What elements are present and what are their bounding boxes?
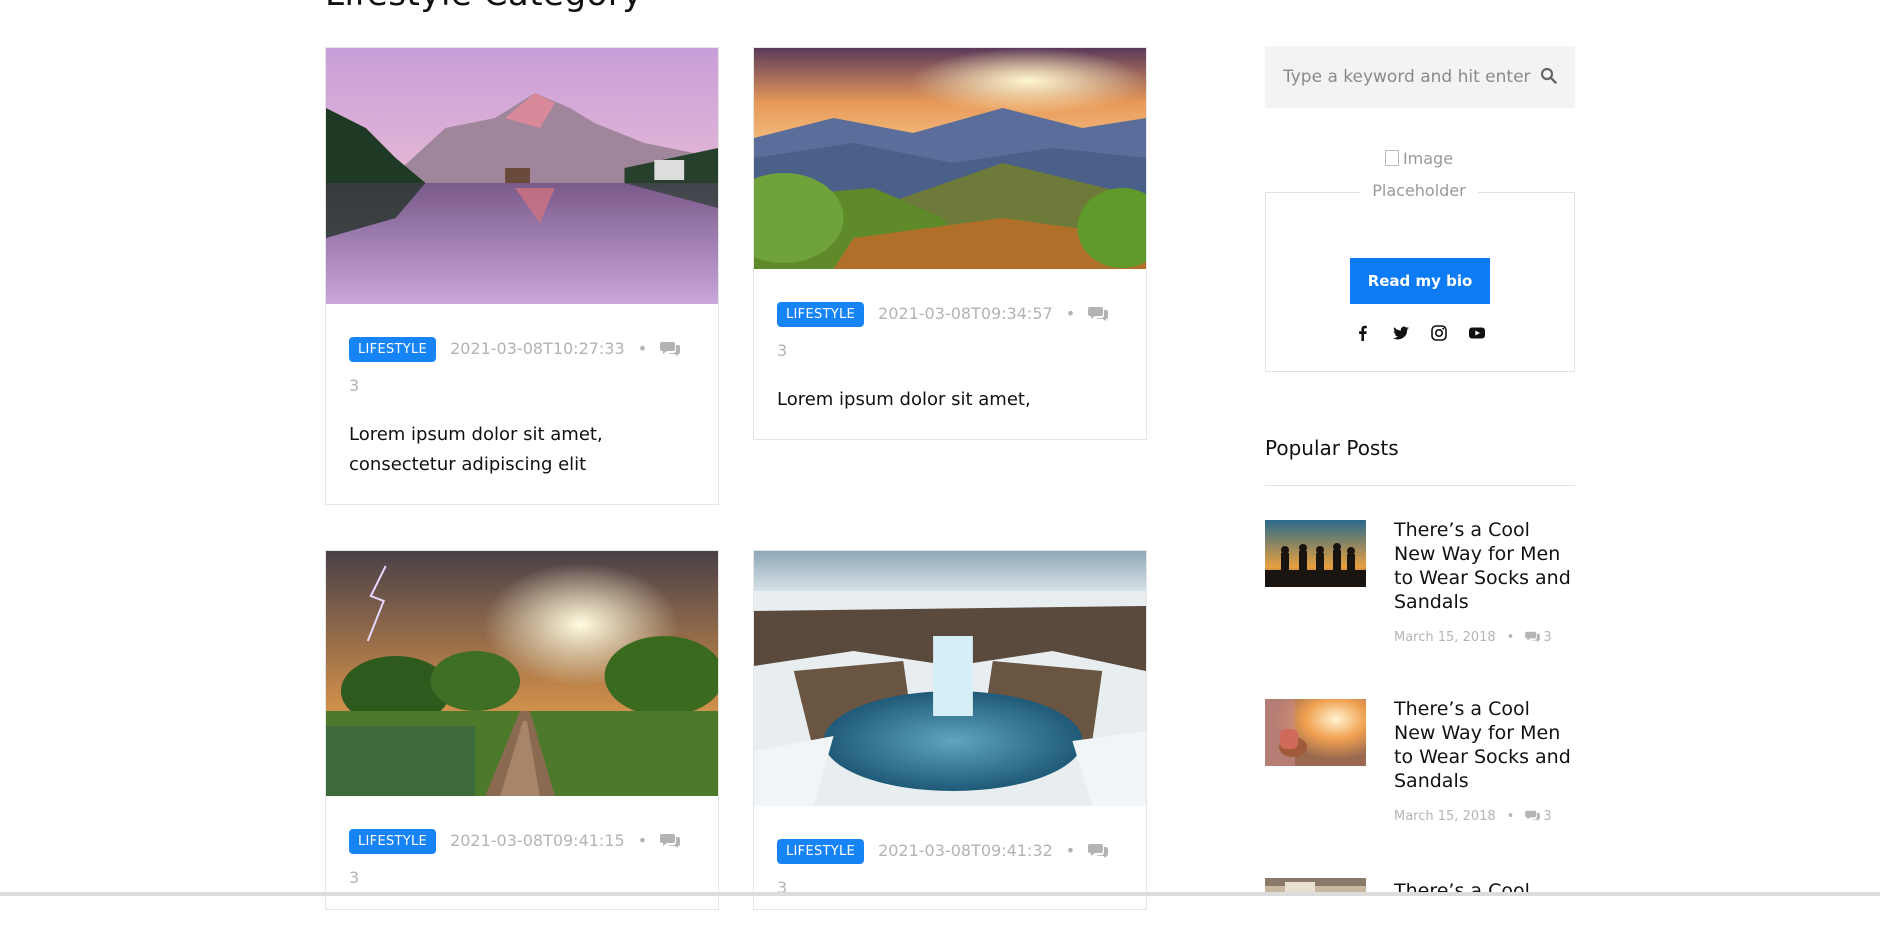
- comment-count: 3: [777, 341, 788, 360]
- category-tag[interactable]: LIFESTYLE: [349, 337, 437, 362]
- comments-icon: [1525, 631, 1541, 642]
- image-alt-text: Placeholder: [1372, 181, 1466, 200]
- post-date: 2021-03-08T10:27:33: [450, 339, 625, 358]
- popular-post-image[interactable]: [1265, 520, 1366, 587]
- popular-post-item[interactable]: There’s a Cool New Way for Men to Wear S…: [1265, 697, 1577, 829]
- post-date: 2021-03-08T09:41:32: [878, 841, 1053, 860]
- meta-separator: •: [637, 831, 648, 850]
- meta-separator: •: [637, 339, 648, 358]
- comments-icon: [1088, 297, 1109, 321]
- category-tag[interactable]: LIFESTYLE: [777, 302, 865, 327]
- meta-separator: •: [1506, 809, 1515, 824]
- meta-separator: •: [1065, 841, 1076, 860]
- comment-count: 3: [1543, 630, 1552, 645]
- instagram-icon[interactable]: [1430, 324, 1448, 342]
- popular-posts-title: Popular Posts: [1265, 436, 1399, 460]
- meta-separator: •: [1506, 630, 1515, 645]
- search-input[interactable]: [1283, 67, 1533, 87]
- read-bio-button[interactable]: Read my bio: [1350, 258, 1490, 304]
- comments-icon: [660, 824, 681, 848]
- comments-icon: [660, 332, 681, 356]
- post-date: March 15, 2018: [1394, 809, 1496, 824]
- post-date: March 15, 2018: [1394, 630, 1496, 645]
- post-card[interactable]: LIFESTYLE 2021-03-08T10:27:33 • 3 Lorem ips…: [325, 47, 719, 505]
- category-tag[interactable]: LIFESTYLE: [349, 829, 437, 854]
- image-alt-text: Image: [1402, 149, 1454, 168]
- twitter-icon[interactable]: [1392, 324, 1410, 342]
- comment-count: 3: [349, 376, 360, 395]
- post-image[interactable]: [326, 551, 718, 796]
- search-box: [1265, 46, 1575, 108]
- post-image[interactable]: [754, 48, 1146, 269]
- popular-post-meta: March 15, 2018 • 3: [1394, 809, 1552, 824]
- broken-image-icon: [1384, 150, 1399, 166]
- category-tag[interactable]: LIFESTYLE: [777, 839, 865, 864]
- post-image[interactable]: [754, 551, 1146, 806]
- post-card[interactable]: LIFESTYLE 2021-03-08T09:34:57 • 3 Lorem ips…: [753, 47, 1147, 440]
- youtube-icon[interactable]: [1468, 324, 1486, 342]
- comments-icon: [1525, 810, 1541, 821]
- post-meta: LIFESTYLE 2021-03-08T09:41:15 • 3: [349, 822, 695, 896]
- post-date: 2021-03-08T09:41:15: [450, 831, 625, 850]
- divider: [1265, 485, 1575, 486]
- comment-count: 3: [349, 868, 360, 887]
- search-icon[interactable]: [1540, 67, 1557, 88]
- popular-post-title[interactable]: There’s a Cool New Way for Men to Wear S…: [1394, 697, 1577, 793]
- post-image[interactable]: [326, 48, 718, 304]
- post-date: 2021-03-08T09:34:57: [878, 304, 1053, 323]
- comments-icon: [1088, 834, 1109, 858]
- popular-post-meta: March 15, 2018 • 3: [1394, 630, 1552, 645]
- post-meta: LIFESTYLE 2021-03-08T09:34:57 • 3: [777, 295, 1123, 369]
- popular-post-item[interactable]: There’s a Cool New Way for Men to Wear S…: [1265, 518, 1577, 650]
- bio-image-placeholder: Image Placeholder: [1360, 143, 1478, 207]
- comment-count: 3: [1543, 809, 1552, 824]
- meta-separator: •: [1065, 304, 1076, 323]
- social-links: [1350, 324, 1490, 342]
- facebook-icon[interactable]: [1354, 324, 1372, 342]
- horizontal-scrollbar[interactable]: [0, 892, 1880, 896]
- post-meta: LIFESTYLE 2021-03-08T10:27:33 • 3: [349, 330, 695, 404]
- post-card[interactable]: LIFESTYLE 2021-03-08T09:41:32 • 3: [753, 550, 1147, 910]
- popular-post-title[interactable]: There’s a Cool New Way for Men to Wear S…: [1394, 518, 1577, 614]
- post-card[interactable]: LIFESTYLE 2021-03-08T09:41:15 • 3: [325, 550, 719, 910]
- popular-post-image[interactable]: [1265, 699, 1366, 766]
- page-title: Lifestyle Category: [325, 0, 643, 14]
- post-excerpt[interactable]: Lorem ipsum dolor sit amet,: [777, 385, 1123, 415]
- post-excerpt[interactable]: Lorem ipsum dolor sit amet, consectetur …: [349, 420, 695, 480]
